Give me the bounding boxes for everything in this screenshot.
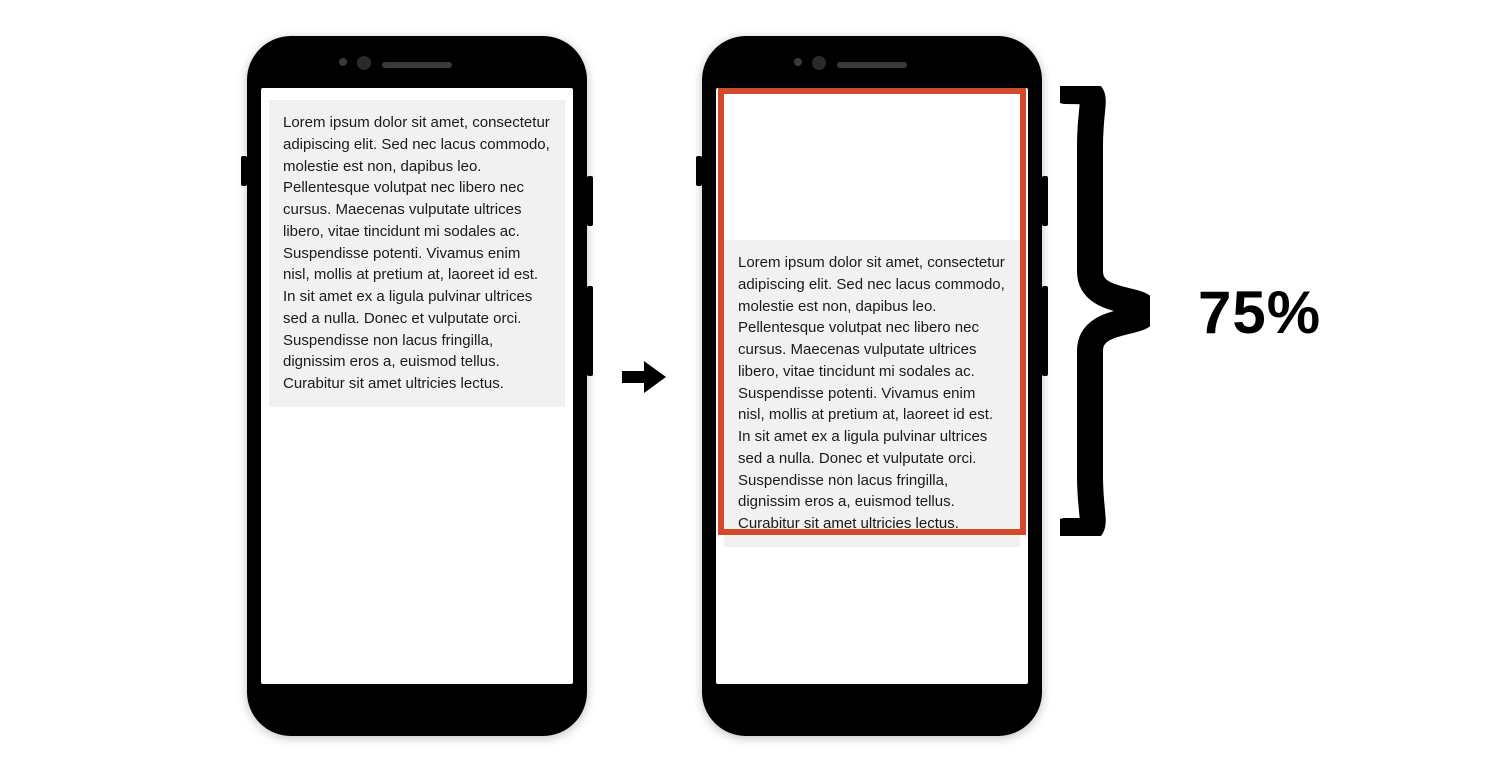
phone-camera-icon bbox=[357, 56, 371, 70]
phone-sensor-icon bbox=[339, 58, 347, 66]
phone-screen-before: Lorem ipsum dolor sit amet, consectetur … bbox=[261, 88, 573, 684]
phone-after: Lorem ipsum dolor sit amet, consectetur … bbox=[702, 36, 1042, 736]
phone-side-button bbox=[241, 156, 247, 186]
percentage-label: 75% bbox=[1198, 278, 1321, 347]
phone-before: Lorem ipsum dolor sit amet, consectetur … bbox=[247, 36, 587, 736]
curly-brace-icon bbox=[1060, 86, 1150, 536]
phone-camera-icon bbox=[812, 56, 826, 70]
phone-side-button bbox=[587, 286, 593, 376]
phone-side-button bbox=[1042, 176, 1048, 226]
phone-screen-after: Lorem ipsum dolor sit amet, consectetur … bbox=[716, 88, 1028, 684]
arrow-right-icon bbox=[620, 352, 670, 402]
phone-sensor-icon bbox=[794, 58, 802, 66]
phone-side-button bbox=[696, 156, 702, 186]
lorem-text-after: Lorem ipsum dolor sit amet, consectetur … bbox=[724, 240, 1020, 547]
diagram-stage: Lorem ipsum dolor sit amet, consectetur … bbox=[0, 0, 1512, 770]
phone-side-button bbox=[1042, 286, 1048, 376]
lorem-text-before: Lorem ipsum dolor sit amet, consectetur … bbox=[269, 100, 565, 407]
phone-side-button bbox=[587, 176, 593, 226]
